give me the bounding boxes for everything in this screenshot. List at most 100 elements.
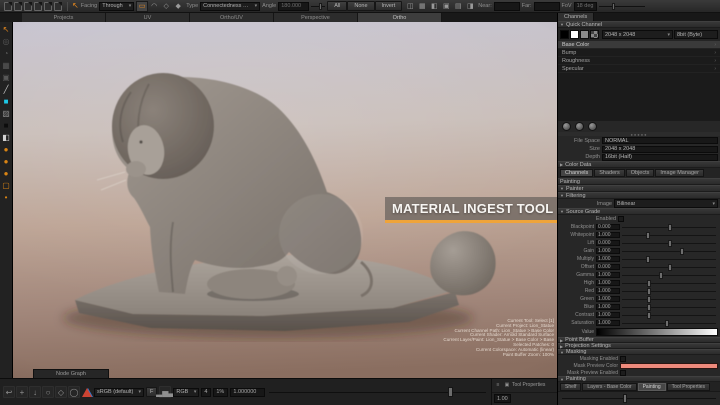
channels-panel-tab[interactable]: Channels [558, 13, 594, 21]
tool-value-field[interactable]: 1.00 [494, 394, 511, 403]
select-all-button[interactable]: All [327, 1, 347, 11]
grade-value-field[interactable]: 1.000 [596, 312, 620, 319]
type-dropdown[interactable]: Connectedness Mesh▾ [200, 2, 260, 11]
depth-field[interactable]: 16bit (Half) [602, 154, 718, 161]
grade-value-field[interactable]: 0.000 [596, 224, 620, 231]
angle-slider[interactable] [311, 2, 325, 11]
enabled-checkbox[interactable] [618, 216, 624, 222]
pattern-swatch-icon[interactable]: ▨ [1, 108, 12, 119]
grade-value-field[interactable]: 1.000 [596, 304, 620, 311]
grade-slider[interactable] [622, 303, 718, 311]
sync-channel-icon[interactable] [575, 122, 584, 131]
grade-slider[interactable] [622, 247, 718, 255]
quick-channel-header[interactable]: ▼ Quick Channel [558, 21, 720, 28]
open-project-icon[interactable] [14, 2, 22, 11]
grade-value-field[interactable]: 1.000 [596, 232, 620, 239]
opacity-slider[interactable] [267, 386, 488, 398]
clone-tool-icon[interactable]: ● [1, 168, 12, 179]
menu-icon[interactable]: ≡ [494, 382, 502, 389]
smear-tool-icon[interactable]: ● [1, 156, 12, 167]
tab-shelf[interactable]: Shelf [560, 383, 581, 391]
drop-icon[interactable]: ↓ [29, 386, 41, 398]
fov-slider[interactable] [599, 2, 645, 11]
marquee-select-icon[interactable]: ▭ [136, 1, 148, 12]
select-invert-button[interactable]: Invert [375, 1, 403, 11]
grade-slider[interactable] [622, 319, 718, 327]
circle-icon[interactable]: ○ [42, 386, 54, 398]
export-icon[interactable] [44, 2, 52, 11]
ellipse-icon[interactable]: ◯ [68, 386, 80, 398]
tab-tool-properties[interactable]: Tool Properties [667, 383, 710, 391]
shading-icon[interactable]: ◫ [404, 1, 416, 12]
checker-swatch[interactable] [590, 30, 599, 39]
black-swatch[interactable] [560, 30, 569, 39]
add-channel-icon[interactable] [562, 122, 571, 131]
tab-layers-base-color[interactable]: Layers - Base Color [582, 383, 636, 391]
tab-uv[interactable]: UV [106, 13, 190, 22]
tab-objects[interactable]: Objects [626, 169, 655, 177]
foreground-color-swatch[interactable]: ■ [1, 96, 12, 107]
snapshot-icon[interactable]: ▣ [1, 72, 12, 83]
image-filter-dropdown[interactable]: Bilinear▾ [614, 199, 718, 208]
grade-slider[interactable] [622, 231, 718, 239]
grade-value-field[interactable]: 1.000 [596, 296, 620, 303]
grade-value-field[interactable]: 0.000 [596, 264, 620, 271]
3d-viewport[interactable]: MATERIAL INGEST TOOL Current Tool: Selec… [13, 22, 557, 378]
grade-value-field[interactable]: 1.000 [596, 280, 620, 287]
dock-icon[interactable]: ▣ [503, 382, 511, 389]
far-field[interactable] [534, 2, 560, 11]
opacity-field[interactable]: 1.000000 [230, 388, 265, 397]
channel-row[interactable]: Bump› [558, 49, 720, 57]
channel-row[interactable]: Roughness› [558, 57, 720, 65]
facing-dropdown[interactable]: Through▾ [99, 2, 134, 11]
color-data-header[interactable]: ▶ Color Data [558, 161, 720, 168]
bw-swatch-icon[interactable]: ◧ [1, 132, 12, 143]
channel-view-dropdown[interactable]: RGB▾ [173, 388, 199, 397]
page-icon[interactable]: ▤ [452, 1, 464, 12]
paint-tool-icon[interactable]: ● [1, 144, 12, 155]
grade-slider[interactable] [622, 295, 718, 303]
grade-slider[interactable] [622, 279, 718, 287]
import-icon[interactable] [34, 2, 42, 11]
grade-slider[interactable] [622, 263, 718, 271]
masking-enabled-checkbox[interactable] [620, 356, 626, 362]
tab-shaders[interactable]: Shaders [594, 169, 625, 177]
split-view-icon[interactable]: ◧ [428, 1, 440, 12]
quick-depth-dropdown[interactable]: 8bit (Byte) [674, 30, 718, 39]
grade-value-field[interactable]: 1.000 [596, 288, 620, 295]
file-space-field[interactable]: NORMAL [602, 137, 718, 144]
target-icon[interactable]: ◎ [1, 36, 12, 47]
histogram-icon[interactable]: ▂▅▃ [159, 386, 171, 398]
quick-size-dropdown[interactable]: 2048 x 2048▾ [602, 30, 673, 39]
near-field[interactable] [494, 2, 520, 11]
grade-slider[interactable] [622, 255, 718, 263]
grade-value-field[interactable]: 0.000 [596, 240, 620, 247]
select-pointer-icon[interactable]: ↖ [72, 2, 79, 10]
brush-stroke-icon[interactable]: ╱ [1, 84, 12, 95]
grid-icon[interactable]: ▦ [1, 60, 12, 71]
tool-slider-row[interactable] [558, 391, 720, 405]
grade-value-field[interactable]: 1.000 [596, 256, 620, 263]
channel-row[interactable]: Base Color› [558, 41, 720, 49]
tab-image-manager[interactable]: Image Manager [655, 169, 704, 177]
tab-painting[interactable]: Painting [638, 383, 666, 391]
background-color-swatch[interactable]: ■ [1, 120, 12, 131]
value-gradient-bar[interactable] [596, 328, 718, 336]
mask-preview-enabled-checkbox[interactable] [620, 370, 626, 376]
grade-slider[interactable] [622, 223, 718, 231]
channel-row[interactable]: Specular› [558, 65, 720, 73]
lasso-select-icon[interactable]: ◠ [148, 1, 160, 12]
grade-slider[interactable] [622, 271, 718, 279]
clock-icon[interactable]: ◔ [1, 48, 12, 59]
pan-icon[interactable]: ◨ [464, 1, 476, 12]
select-cursor-icon[interactable]: ↖ [1, 24, 12, 35]
node-graph-tab[interactable]: Node Graph [33, 369, 109, 378]
zoom-field[interactable]: 1% [213, 388, 228, 397]
tab-channels[interactable]: Channels [560, 169, 593, 177]
gray-swatch[interactable] [580, 30, 589, 39]
grade-slider[interactable] [622, 239, 718, 247]
select-none-button[interactable]: None [347, 1, 374, 11]
undo-icon[interactable]: ↩ [3, 386, 15, 398]
tab-ortho-uv[interactable]: Ortho/UV [190, 13, 274, 22]
save-project-icon[interactable] [24, 2, 32, 11]
